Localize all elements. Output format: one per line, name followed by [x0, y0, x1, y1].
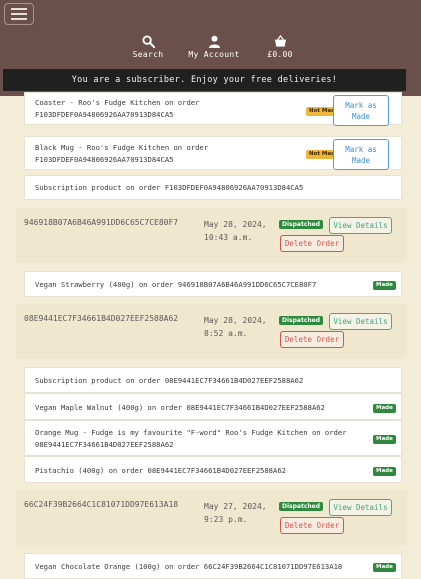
subscriber-banner-text: You are a subscriber. Enjoy your free de… [71, 75, 338, 85]
order-item-row: Subscription product on order F103DFDEF0… [24, 175, 402, 200]
dispatched-badge: Dispatched [279, 316, 324, 325]
made-badge: Made [373, 467, 396, 476]
order-header: 08E9441EC7F34661B4D027EEF2588A62 May 28,… [16, 304, 407, 359]
order-item-text: Vegan Chocolate Orange (100g) on order 6… [35, 562, 343, 571]
mark-as-made-button[interactable]: Mark as Made [333, 139, 389, 170]
nav-my-account-label: My Account [188, 50, 240, 59]
order-item-text: Vegan Maple Walnut (400g) on order 08E94… [35, 403, 325, 412]
made-badge: Made [373, 281, 396, 290]
order-item-text: Vegan Strawberry (400g) on order 946918B… [35, 280, 317, 289]
order-id: 946918B07A6B46A991DD6C65C7CE80F7 [24, 218, 179, 227]
menu-line [11, 8, 27, 10]
order-id: 08E9441EC7F34661B4D027EEF2588A62 [24, 314, 179, 323]
hamburger-menu-button[interactable] [4, 3, 34, 25]
order-item-row: Coaster - Roo's Fudge Kitchen on order F… [24, 92, 402, 126]
order-item-row: Vegan Chocolate Orange (100g) on order 6… [24, 553, 402, 579]
order-date: May 28, 2024, 10:43 a.m. [204, 220, 267, 242]
nav-search[interactable]: Search [131, 35, 165, 59]
order-header: 66C24F39B2664C1C81071DD97E613A18 May 27,… [16, 490, 407, 545]
made-badge: Made [373, 435, 396, 444]
order-item-text: Black Mug - Roo's Fudge Kitchen on order… [35, 143, 209, 164]
menu-line [11, 13, 27, 15]
made-badge: Made [373, 563, 396, 572]
order-item-text: Subscription product on order 08E9441EC7… [35, 376, 304, 385]
nav-cart[interactable]: £0.00 [264, 35, 296, 59]
order-item-row: Pistachio (400g) on order 08E9441EC7F346… [24, 456, 402, 483]
made-badge: Made [373, 404, 396, 413]
search-icon [141, 35, 155, 48]
order-item-row: Vegan Maple Walnut (400g) on order 08E94… [24, 393, 402, 420]
menu-line [11, 18, 27, 20]
view-details-button[interactable]: View Details [329, 499, 392, 516]
order-item-text: Coaster - Roo's Fudge Kitchen on order F… [35, 98, 200, 119]
subscriber-banner: You are a subscriber. Enjoy your free de… [3, 69, 406, 91]
mark-as-made-button[interactable]: Mark as Made [333, 95, 389, 126]
order-item-text: Pistachio (400g) on order 08E9441EC7F346… [35, 466, 286, 475]
order-date: May 28, 2024, 8:52 a.m. [204, 316, 267, 338]
nav-search-label: Search [132, 50, 164, 59]
delete-order-button[interactable]: Delete Order [280, 331, 344, 348]
shopping-basket-icon [274, 35, 286, 47]
user-icon [208, 35, 220, 48]
order-item-text: Subscription product on order F103DFDEF0… [35, 183, 304, 192]
order-header: 946918B07A6B46A991DD6C65C7CE80F7 May 28,… [16, 208, 407, 263]
delete-order-button[interactable]: Delete Order [280, 517, 344, 534]
order-item-row: Orange Mug - Fudge is my favourite "F-wo… [24, 420, 402, 456]
order-date: May 27, 2024, 9:23 p.m. [204, 502, 267, 524]
order-item-row: Vegan Strawberry (400g) on order 946918B… [24, 271, 402, 297]
order-item-row: Subscription product on order 08E9441EC7… [24, 367, 402, 393]
order-item-row: Black Mug - Roo's Fudge Kitchen on order… [24, 136, 402, 170]
nav-cart-total: £0.00 [267, 50, 293, 59]
delete-order-button[interactable]: Delete Order [280, 235, 344, 252]
view-details-button[interactable]: View Details [329, 217, 392, 234]
view-details-button[interactable]: View Details [329, 313, 392, 330]
order-id: 66C24F39B2664C1C81071DD97E613A18 [24, 500, 179, 509]
dispatched-badge: Dispatched [279, 220, 324, 229]
top-navbar: Search My Account £0.00 You are a subscr… [0, 0, 421, 96]
nav-my-account[interactable]: My Account [188, 35, 240, 59]
order-item-text: Orange Mug - Fudge is my favourite "F-wo… [35, 428, 347, 449]
dispatched-badge: Dispatched [279, 502, 324, 511]
